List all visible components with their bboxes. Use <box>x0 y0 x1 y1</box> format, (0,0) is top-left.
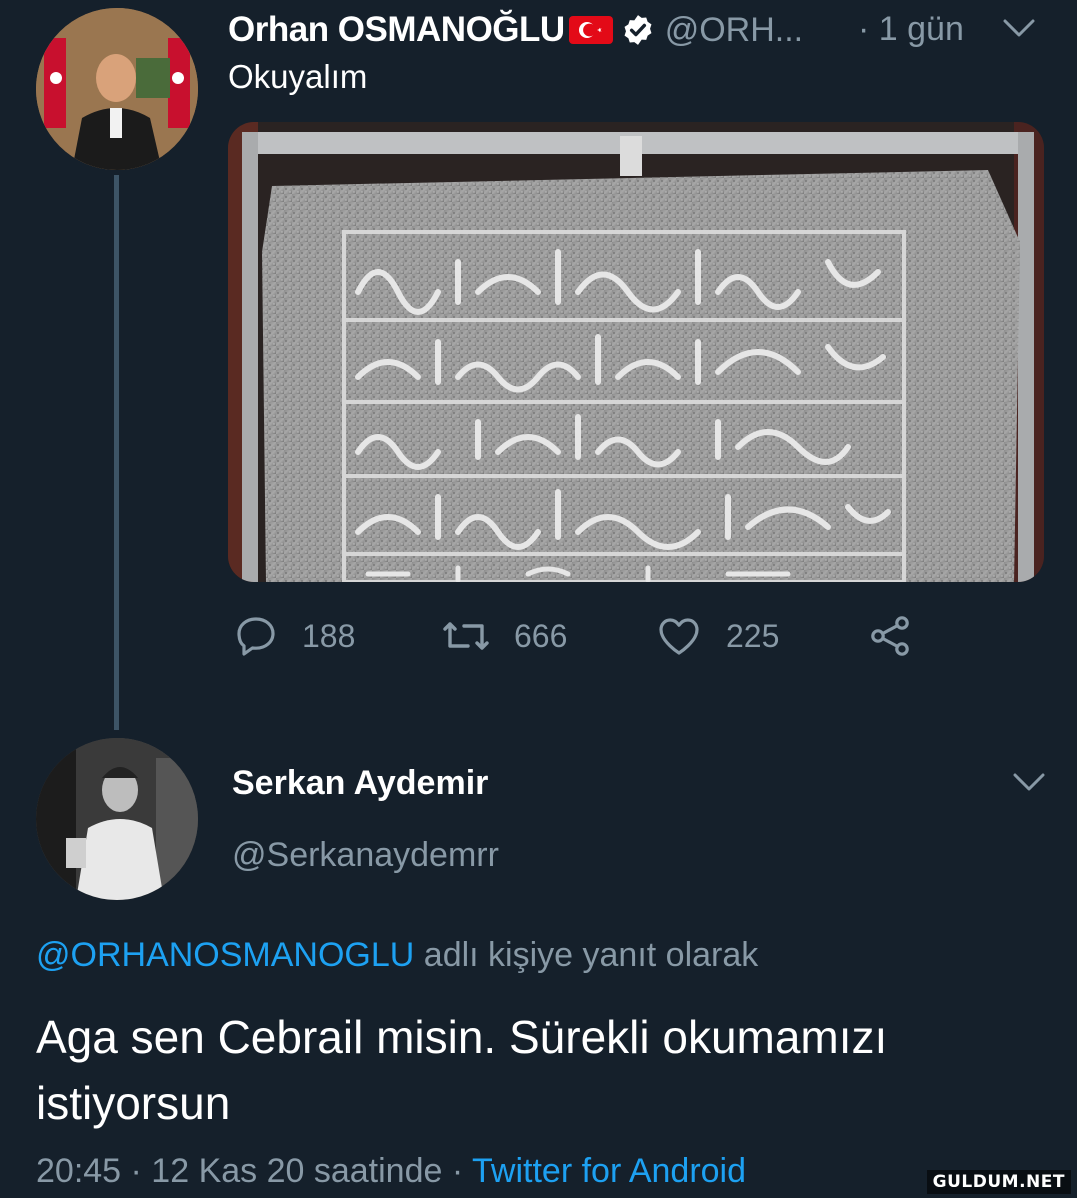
reply-context-suffix: adlı kişiye yanıt olarak <box>414 936 759 974</box>
reply-tweet-text: Aga sen Cebrail misin. Sürekli okumamızı… <box>36 1011 888 1129</box>
reply-author-avatar[interactable] <box>36 738 198 900</box>
reply-icon <box>237 617 275 656</box>
tweet-actions: 188 666 225 <box>232 612 932 672</box>
author-name[interactable]: Orhan OSMANOĞLU <box>228 10 565 50</box>
site-watermark: GULDUM.NET <box>926 1170 1071 1194</box>
chevron-down-icon[interactable] <box>1012 772 1046 792</box>
reply-author-name[interactable]: Serkan Aydemir <box>232 764 488 803</box>
like-button[interactable]: 225 <box>654 612 779 660</box>
verified-badge-icon <box>624 15 652 45</box>
thread-connector-line <box>114 175 119 730</box>
turkey-flag-icon <box>568 16 613 44</box>
reply-author-handle[interactable]: @Serkanaydemrr <box>232 836 499 875</box>
tweet-time[interactable]: · 1 gün <box>858 10 964 49</box>
share-icon <box>871 616 909 656</box>
tweet-timestamp: 20:45 · 12 Kas 20 saatinde · Twitter for… <box>36 1152 746 1191</box>
mention-link[interactable]: @ORHANOSMANOGLU <box>36 936 414 974</box>
heart-icon <box>659 618 699 655</box>
tweet-media-image[interactable] <box>228 122 1044 582</box>
reply-context: @ORHANOSMANOGLU adlı kişiye yanıt olarak <box>36 936 758 975</box>
original-tweet-header: Orhan OSMANOĞLU @ORH... <box>228 8 803 52</box>
share-button[interactable] <box>866 612 914 660</box>
chevron-down-icon[interactable] <box>1002 18 1036 38</box>
tweet-source-link[interactable]: Twitter for Android <box>472 1152 746 1190</box>
retweet-icon <box>443 622 489 650</box>
like-count: 225 <box>726 617 780 654</box>
author-avatar[interactable] <box>36 8 198 170</box>
reply-button[interactable]: 188 <box>232 612 355 660</box>
tweet-thread: Orhan OSMANOĞLU @ORH... · 1 gün Okuyalım <box>0 0 1077 1198</box>
reply-count: 188 <box>302 617 356 654</box>
retweet-button[interactable]: 666 <box>440 612 567 660</box>
retweet-count: 666 <box>514 617 568 654</box>
tweet-text: Okuyalım <box>228 58 368 95</box>
timestamp-text[interactable]: 20:45 · 12 Kas 20 saatinde · <box>36 1152 472 1190</box>
author-handle[interactable]: @ORH... <box>665 11 803 50</box>
